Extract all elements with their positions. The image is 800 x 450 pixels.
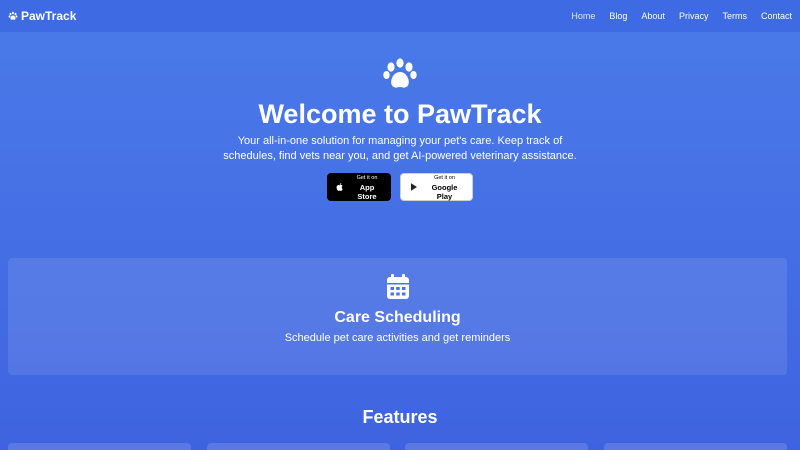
hero-description: Your all-in-one solution for managing yo… bbox=[223, 135, 577, 162]
nav-terms[interactable]: Terms bbox=[722, 11, 747, 21]
app-store-button[interactable]: Get it on App Store bbox=[327, 173, 391, 201]
top-navbar: PawTrack Home Blog About Privacy Terms C… bbox=[0, 0, 800, 32]
store-buttons: Get it on App Store Get it on Google Pla… bbox=[0, 173, 800, 201]
hero-section: Welcome to PawTrack Your all-in-one solu… bbox=[0, 32, 800, 201]
card-title: Care Scheduling bbox=[334, 309, 461, 326]
app-store-label: App Store bbox=[357, 182, 377, 201]
apple-icon bbox=[336, 183, 343, 191]
nav-about[interactable]: About bbox=[641, 11, 665, 21]
nav-blog[interactable]: Blog bbox=[609, 11, 627, 21]
calendar-icon bbox=[386, 274, 409, 299]
google-play-button[interactable]: Get it on Google Play bbox=[400, 173, 473, 201]
features-grid bbox=[8, 443, 788, 450]
features-heading: Features bbox=[362, 407, 438, 427]
nav-contact[interactable]: Contact bbox=[761, 11, 792, 21]
play-icon bbox=[411, 183, 417, 191]
brand-name: PawTrack bbox=[21, 9, 77, 23]
nav-links: Home Blog About Privacy Terms Contact bbox=[557, 11, 792, 21]
feature-tile bbox=[405, 443, 588, 450]
feature-tile bbox=[207, 443, 390, 450]
app-store-small-label: Get it on bbox=[356, 174, 378, 181]
hero-title: Welcome to PawTrack bbox=[258, 99, 542, 129]
card-description: Schedule pet care activities and get rem… bbox=[284, 332, 511, 344]
google-play-small-label: Get it on bbox=[434, 174, 455, 181]
nav-home[interactable]: Home bbox=[571, 11, 595, 21]
paw-icon bbox=[383, 58, 417, 88]
feature-tile bbox=[604, 443, 787, 450]
paw-icon bbox=[8, 11, 18, 20]
feature-tile bbox=[8, 443, 191, 450]
brand-logo[interactable]: PawTrack bbox=[8, 9, 76, 23]
feature-card-care-scheduling: Care Scheduling Schedule pet care activi… bbox=[8, 258, 787, 375]
nav-privacy[interactable]: Privacy bbox=[679, 11, 709, 21]
google-play-label: Google Play bbox=[431, 182, 458, 201]
